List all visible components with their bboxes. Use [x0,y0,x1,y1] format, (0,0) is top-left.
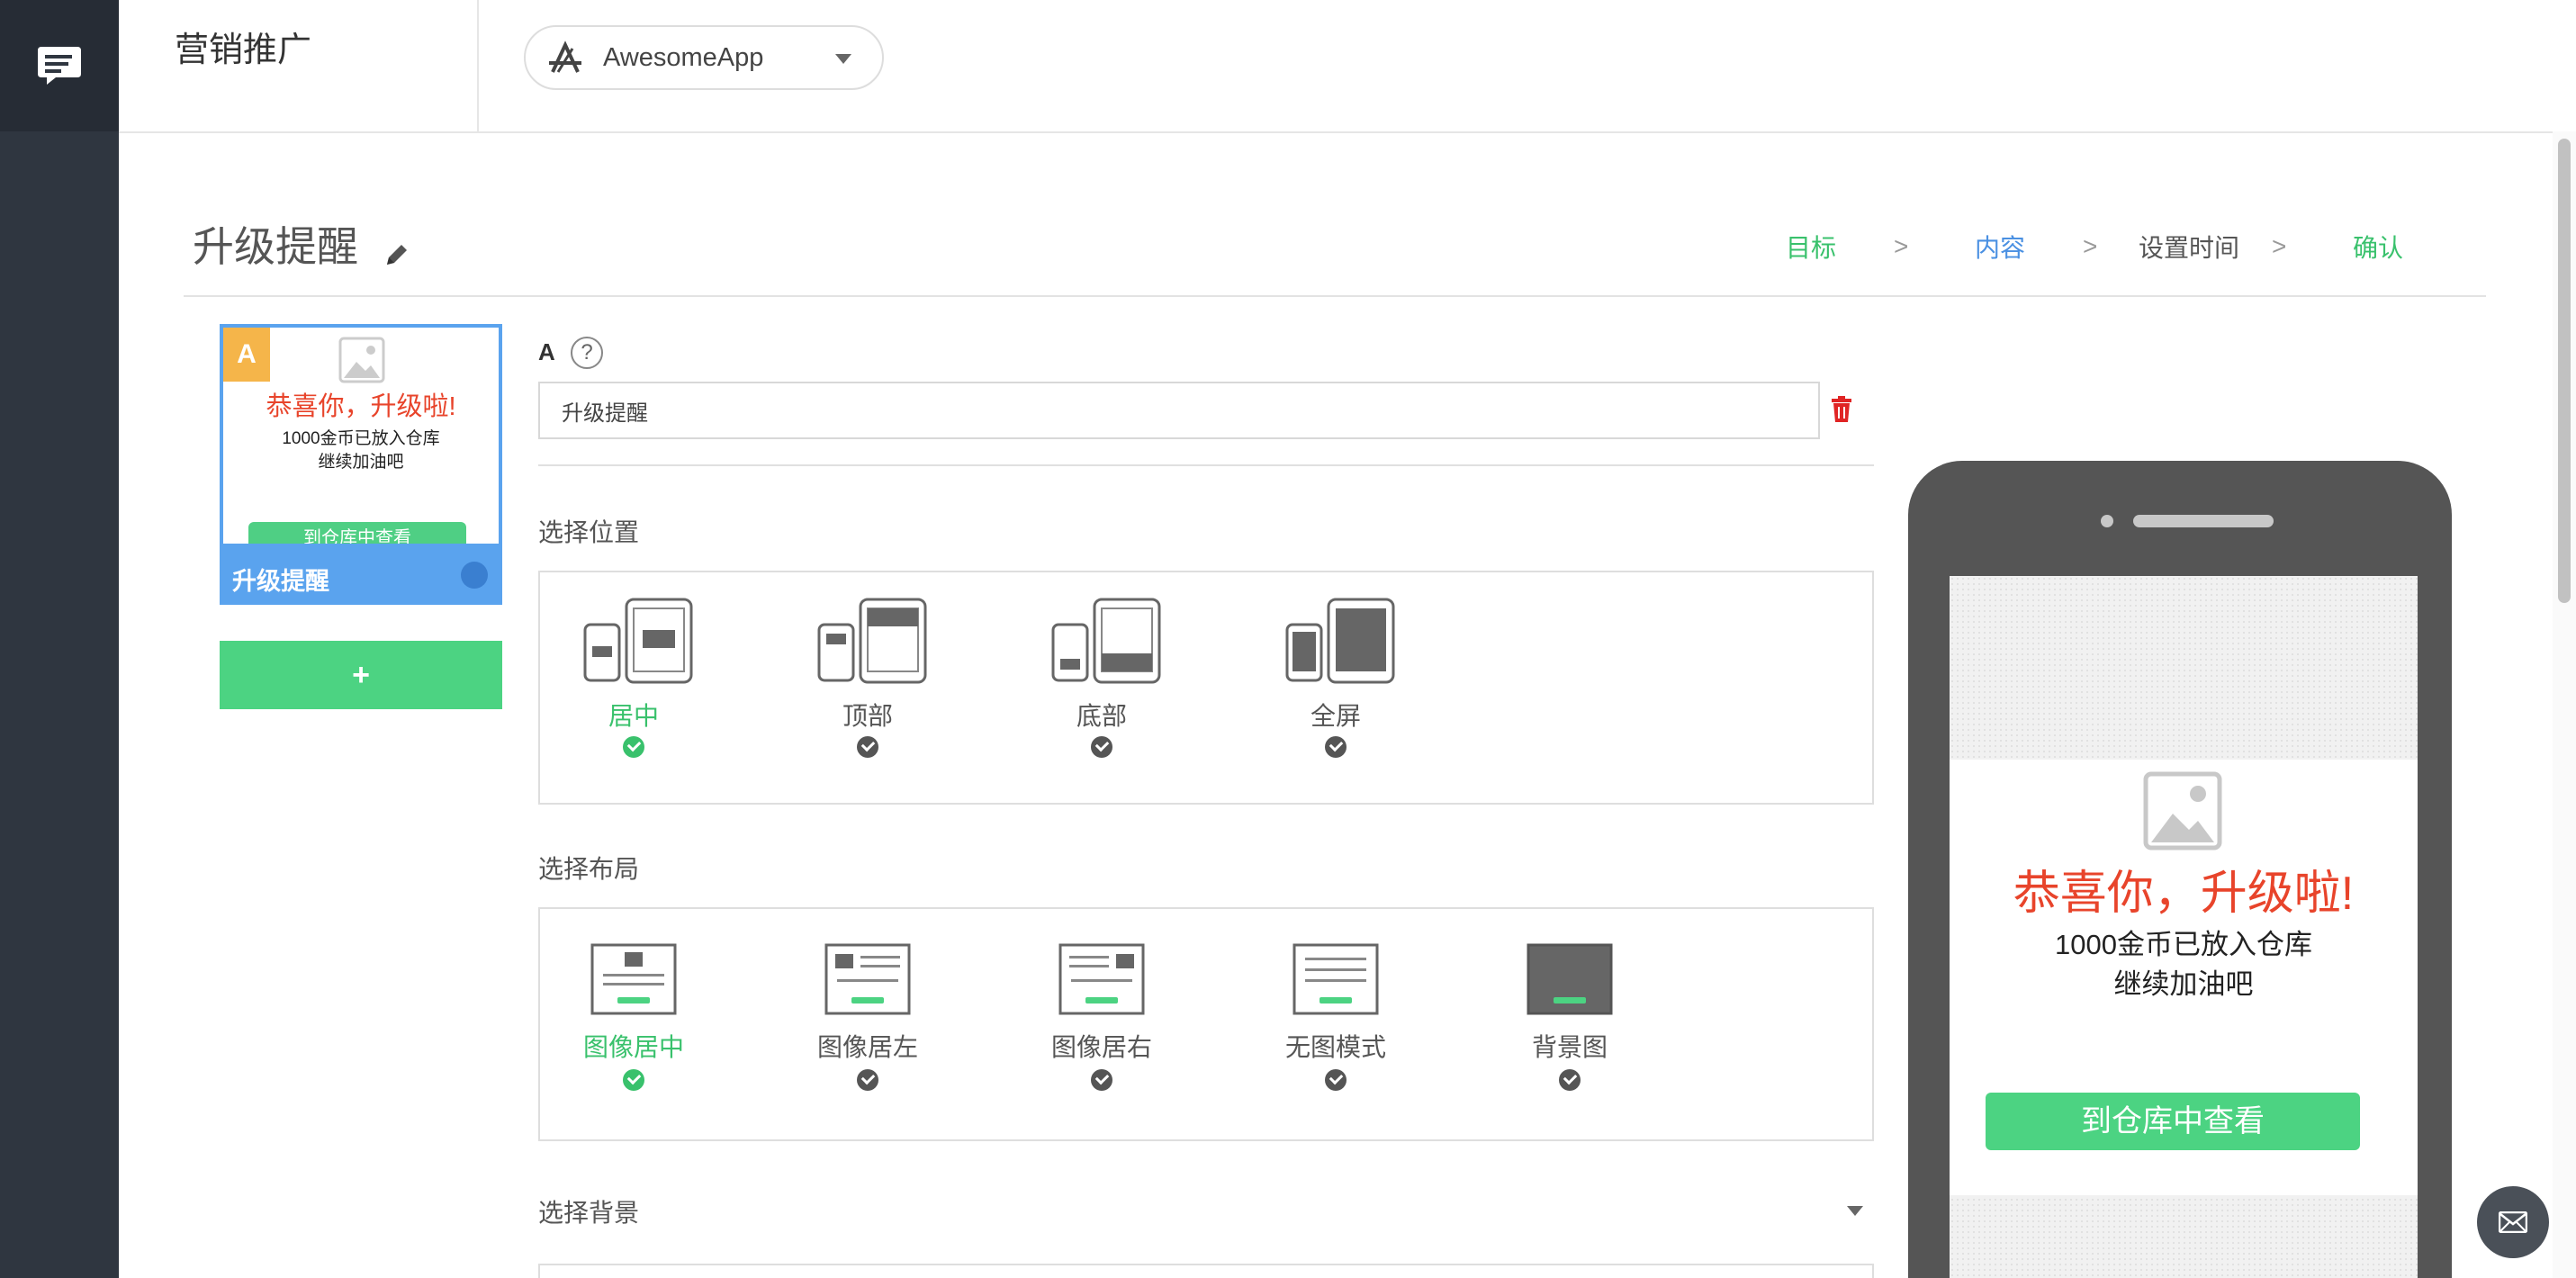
chevron-down-icon[interactable] [1847,1206,1863,1216]
step-schedule-label: 设置时间 [2139,234,2240,262]
image-placeholder-icon [2143,771,2222,850]
preview-cta-button: 到仓库中查看 [1986,1093,2360,1150]
message-name-input[interactable] [538,382,1820,439]
scrollbar-thumb[interactable] [2558,139,2571,603]
step-schedule[interactable]: 设置时间 [2139,229,2239,265]
step-confirm[interactable]: 确认 [2353,229,2403,265]
rail-logo[interactable] [0,0,119,131]
check-circle-icon [1325,736,1347,758]
layout-no-image-option[interactable]: 无图模式 [1255,941,1417,1121]
app-selector-value: AwesomeApp [603,42,764,72]
position-fullscreen-icon [1285,598,1395,684]
app-selector[interactable]: AwesomeApp [524,25,884,90]
form-divider [538,464,1874,466]
step-goal[interactable]: 目标 [1786,229,1836,265]
preview-body-line: 继续加油吧 [2113,968,2254,1000]
step-confirm-label: 确认 [2353,234,2404,262]
position-bottom-label: 底部 [1076,702,1127,730]
layout-image-left-icon [824,943,911,1015]
check-circle-icon [1091,1069,1112,1091]
step-separator: > [2272,232,2287,260]
position-bottom-option[interactable]: 底部 [1021,596,1183,776]
position-fullscreen-label: 全屏 [1310,702,1361,730]
position-bottom-icon [1051,598,1161,684]
card-body-line: 继续加油吧 [318,453,404,472]
card-footer: 升级提醒 [223,544,499,601]
background-section-label[interactable]: 选择背景 [538,1193,639,1229]
position-fullscreen-option[interactable]: 全屏 [1255,596,1417,776]
check-circle-icon [623,1069,644,1091]
position-center-label: 居中 [608,702,659,730]
variant-badge: A [223,328,270,382]
position-top-label: 顶部 [842,702,893,730]
variant-letter: A [538,338,555,365]
step-content[interactable]: 内容 [1975,229,2025,265]
position-section-label: 选择位置 [538,518,640,546]
check-circle-icon [1091,736,1112,758]
layout-no-image-icon [1293,943,1379,1015]
header-divider [477,0,479,131]
check-circle-icon [1559,1069,1581,1091]
feedback-button[interactable] [2477,1186,2549,1258]
step-content-label: 内容 [1975,234,2026,262]
card-footer-label: 升级提醒 [232,568,329,595]
preview-headline: 恭喜你，升级啦! [2013,868,2355,920]
layout-background-icon [1527,943,1613,1015]
mail-icon [2499,1211,2527,1233]
layout-image-center-option[interactable]: 图像居中 [553,941,715,1121]
step-separator: > [1894,232,1909,260]
step-separator: > [2083,232,2098,260]
position-center-option[interactable]: 居中 [553,596,715,776]
brand-title: 营销推广 [175,32,312,69]
check-circle-icon [1325,1069,1347,1091]
check-circle-icon [623,736,644,758]
layout-image-left-option[interactable]: 图像居左 [787,941,949,1121]
position-top-option[interactable]: 顶部 [787,596,949,776]
card-headline: 恭喜你，升级啦! [266,392,456,421]
phone-speaker [2133,515,2274,527]
layout-image-center-label: 图像居中 [582,1033,684,1061]
message-icon [38,47,81,85]
title-divider [184,295,2486,297]
position-options: 居中 顶部 底部 全屏 [538,571,1874,805]
trash-icon[interactable] [1831,396,1852,423]
layout-image-right-label: 图像居右 [1050,1033,1152,1061]
layout-options: 图像居中 图像居左 图像居右 无图模式 背景图 [538,907,1874,1141]
card-status-dot[interactable] [461,562,488,589]
phone-camera [2101,515,2113,527]
card-body-line: 1000金币已放入仓库 [282,429,440,448]
page-title: 升级提醒 [193,223,358,270]
layout-image-center-icon [590,943,677,1015]
step-goal-label: 目标 [1786,234,1837,262]
add-variant-button[interactable]: + [220,641,502,709]
left-rail [0,0,119,1278]
check-circle-icon [857,1069,878,1091]
layout-image-left-label: 图像居左 [816,1033,918,1061]
check-circle-icon [857,736,878,758]
help-icon[interactable]: ? [571,337,603,369]
pencil-icon[interactable] [383,241,410,268]
background-options [538,1264,1874,1278]
layout-image-right-option[interactable]: 图像居右 [1021,941,1183,1121]
variant-card[interactable]: A 恭喜你，升级啦! 1000金币已放入仓库 继续加油吧 到仓库中查看 升级提醒 [220,324,502,605]
layout-background-option[interactable]: 背景图 [1489,941,1651,1121]
layout-section-label: 选择布局 [538,855,640,883]
layout-no-image-label: 无图模式 [1284,1033,1386,1061]
image-placeholder-icon [338,337,385,383]
layout-image-right-icon [1058,943,1145,1015]
app-store-icon [549,40,581,73]
preview-body-line: 1000金币已放入仓库 [2055,929,2312,960]
layout-background-label: 背景图 [1531,1033,1608,1061]
top-header: 营销推广 AwesomeApp [119,0,2576,133]
position-center-icon [583,598,693,684]
chevron-down-icon [835,54,851,64]
position-top-icon [817,598,927,684]
